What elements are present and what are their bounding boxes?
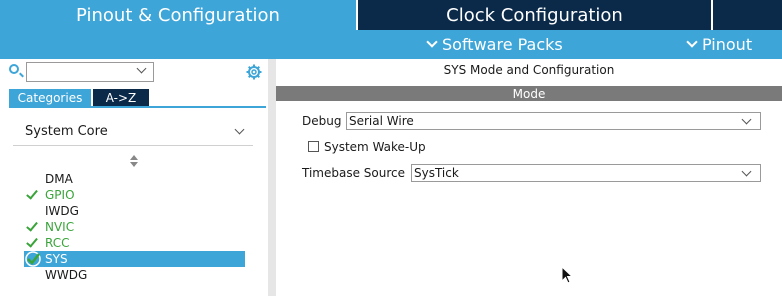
tab-categories[interactable]: Categories xyxy=(9,89,91,106)
tab-underline xyxy=(9,106,266,108)
list-item-sys[interactable]: SYS xyxy=(24,251,245,267)
panel-splitter[interactable] xyxy=(268,59,276,296)
list-item-label: GPIO xyxy=(45,188,75,202)
check-icon xyxy=(26,219,38,232)
debug-label: Debug xyxy=(302,114,342,128)
software-packs-label: Software Packs xyxy=(442,35,563,54)
list-item-label: SYS xyxy=(45,252,68,266)
category-group-label: System Core xyxy=(25,124,108,139)
list-item-label: DMA xyxy=(45,172,73,186)
timebase-source-select[interactable]: SysTick xyxy=(411,164,761,182)
search-input[interactable] xyxy=(26,62,154,82)
category-group-system-core[interactable]: System Core xyxy=(13,118,253,146)
panel-title: SYS Mode and Configuration xyxy=(443,63,615,77)
software-packs-menu[interactable]: Software Packs xyxy=(426,30,563,59)
sub-toolbar: Software Packs Pinout xyxy=(0,30,782,59)
list-item-label: NVIC xyxy=(45,220,75,234)
tab-pinout-configuration[interactable]: Pinout & Configuration xyxy=(0,0,356,30)
debug-select-value: Serial Wire xyxy=(349,114,414,128)
pinout-menu[interactable]: Pinout xyxy=(686,30,753,59)
section-header-mode: Mode xyxy=(276,86,782,101)
gear-icon[interactable] xyxy=(246,64,262,80)
chevron-down-icon xyxy=(234,124,245,135)
check-icon xyxy=(26,235,38,248)
tab-extra[interactable] xyxy=(713,0,782,30)
timebase-source-label: Timebase Source xyxy=(302,166,406,180)
sort-icon[interactable] xyxy=(130,155,138,167)
list-item-wwdg[interactable]: WWDG xyxy=(24,267,245,283)
tab-a-to-z[interactable]: A->Z xyxy=(93,89,149,106)
pinout-menu-label: Pinout xyxy=(702,35,753,54)
list-item-nvic[interactable]: NVIC xyxy=(24,219,245,235)
list-item-label: IWDG xyxy=(45,204,79,218)
check-icon xyxy=(26,187,38,200)
list-item-dma[interactable]: DMA xyxy=(24,171,245,187)
list-item-rcc[interactable]: RCC xyxy=(24,235,245,251)
system-wakeup-label: System Wake-Up xyxy=(324,140,426,154)
list-item-label: RCC xyxy=(45,236,70,250)
search-icon xyxy=(9,64,19,74)
list-item-gpio[interactable]: GPIO xyxy=(24,187,245,203)
check-circle-icon xyxy=(25,251,41,267)
app-window: Pinout & Configuration Clock Configurati… xyxy=(0,0,782,296)
mouse-cursor-icon xyxy=(561,266,574,284)
chevron-down-icon xyxy=(741,114,752,125)
chevron-down-icon xyxy=(741,166,752,177)
chevron-down-icon xyxy=(686,36,698,48)
top-tab-bar: Pinout & Configuration Clock Configurati… xyxy=(0,0,782,30)
list-item-iwdg[interactable]: IWDG xyxy=(24,203,245,219)
debug-select[interactable]: Serial Wire xyxy=(346,112,761,130)
timebase-select-value: SysTick xyxy=(414,166,459,180)
chevron-down-icon xyxy=(426,36,438,48)
system-wakeup-checkbox[interactable] xyxy=(308,141,319,152)
tab-clock-configuration[interactable]: Clock Configuration xyxy=(358,0,711,30)
list-item-label: WWDG xyxy=(45,268,88,282)
